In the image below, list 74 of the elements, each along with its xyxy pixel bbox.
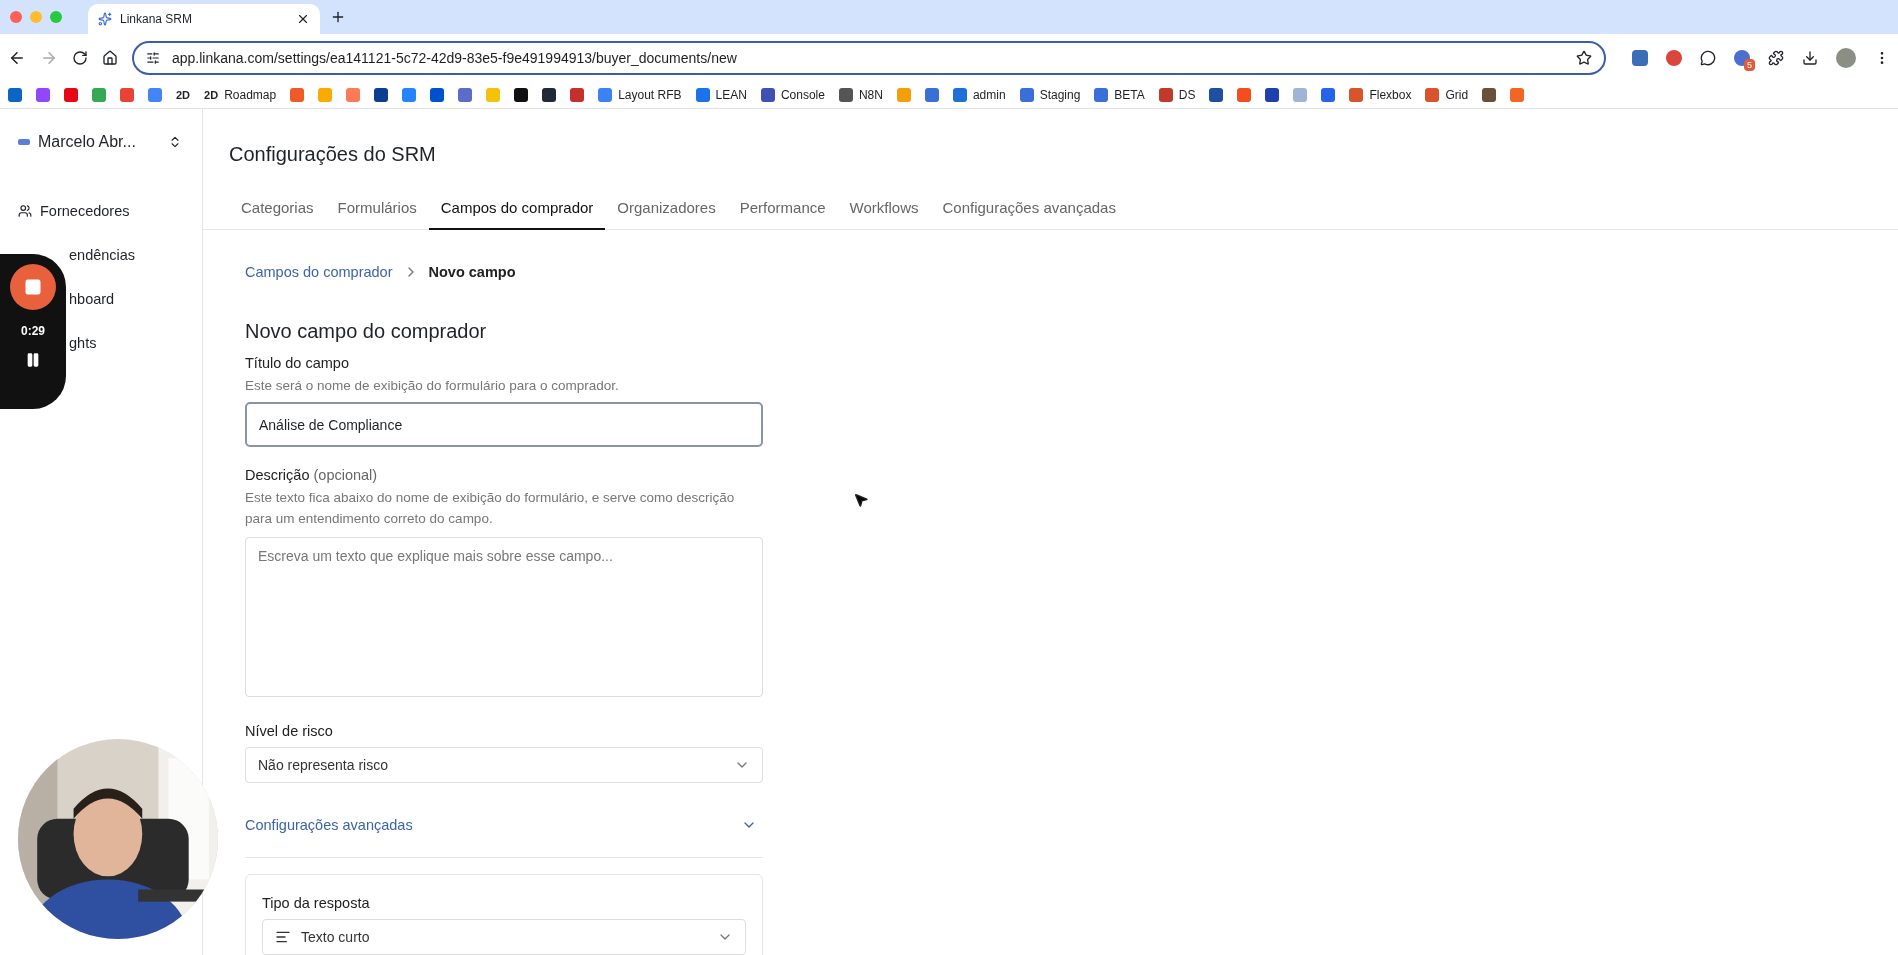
home-icon[interactable] — [102, 49, 118, 66]
breadcrumb-current: Novo campo — [428, 264, 516, 280]
bookmark-link[interactable]: Flexbox — [1369, 87, 1412, 102]
description-text-area[interactable]: Escreva um texto que explique mais sobre esse campo... — [245, 537, 763, 697]
bookmark-favicon-icon[interactable] — [1482, 87, 1497, 102]
field-hint: Este será o nome de exibição do formulário para o comprador. — [245, 377, 620, 395]
profile-avatar[interactable] — [1836, 47, 1856, 68]
settings-tab[interactable]: Campos do comprador — [428, 199, 606, 230]
sidebar-item[interactable]: endências — [69, 247, 136, 263]
settings-tab[interactable]: Performance — [727, 199, 838, 230]
account-name[interactable]: Marcelo Abr... — [38, 133, 160, 151]
bookmark-link[interactable]: admin — [972, 87, 1006, 102]
field-label: Tipo da resposta — [262, 895, 371, 911]
bookmark-link[interactable]: Console — [780, 87, 825, 102]
advanced-settings-toggle[interactable]: Configurações avançadas — [245, 817, 763, 833]
field-label: Título do campo — [245, 355, 350, 371]
extensions-icon[interactable] — [1768, 49, 1784, 66]
bookmark-link[interactable]: Layout RFB — [618, 87, 682, 102]
bookmark-favicon-icon[interactable] — [838, 87, 853, 102]
mouse-cursor-icon — [853, 492, 869, 508]
bookmark-favicon-icon[interactable] — [514, 87, 529, 102]
bookmark-link[interactable]: Grid — [1445, 87, 1469, 102]
response-type-dropdown[interactable]: Texto curto — [262, 919, 746, 955]
address-bar[interactable]: app.linkana.com/settings/ea141121-5c72-42d9-83e5-f9e491994913/buyer_documents/new — [132, 40, 1606, 75]
browser-tab[interactable]: Linkana SRM — [88, 4, 320, 34]
close-tab-icon[interactable] — [296, 12, 310, 26]
settings-tab[interactable]: Categorias — [229, 199, 326, 230]
bookmark-favicon-icon[interactable] — [374, 87, 389, 102]
download-icon[interactable] — [1802, 49, 1818, 66]
extension-icon[interactable] — [1666, 49, 1682, 66]
bookmark-favicon-icon[interactable] — [1265, 87, 1280, 102]
chat-extension-icon[interactable] — [1700, 49, 1716, 66]
text-lines-icon — [275, 929, 291, 945]
bookmark-link[interactable]: DS — [1178, 87, 1196, 102]
title-input-field[interactable]: Análise de Compliance — [245, 402, 763, 447]
settings-tab[interactable]: Organizadores — [605, 199, 728, 230]
bookmark-favicon-icon[interactable] — [760, 87, 775, 102]
sidebar-item[interactable]: hboard — [69, 291, 115, 307]
bookmark-link[interactable]: BETA — [1114, 87, 1145, 102]
extension-icon[interactable] — [1632, 49, 1648, 66]
extension-icon[interactable] — [1734, 49, 1750, 66]
suppliers-icon — [18, 204, 32, 218]
field-label: Nível de risco — [245, 723, 334, 739]
bookmark-link[interactable]: Roadmap — [224, 87, 277, 102]
settings-tab[interactable]: Configurações avançadas — [930, 199, 1128, 230]
reload-icon[interactable] — [72, 49, 88, 66]
sidebar-item[interactable]: Fornecedores — [40, 203, 130, 219]
pause-icon — [25, 352, 41, 368]
new-tab-icon[interactable] — [330, 9, 346, 25]
stop-icon — [24, 278, 42, 296]
bookmark-link[interactable]: N8N — [858, 87, 883, 102]
tab-favicon-icon — [98, 12, 112, 26]
bookmark-glyph[interactable]: 2D — [204, 88, 219, 101]
settings-tab[interactable]: Formulários — [325, 199, 429, 230]
recording-timer: 0:29 — [21, 324, 45, 338]
sidebar-item[interactable]: ghts — [69, 335, 97, 351]
extension-badge: 5 — [1744, 58, 1755, 71]
field-label: Descrição (opcional) — [245, 467, 379, 483]
bookmark-star-icon[interactable] — [1576, 49, 1592, 66]
stop-recording-button[interactable] — [10, 264, 56, 310]
page-title: Configurações do SRM — [229, 143, 437, 166]
bookmark-link[interactable]: Staging — [1039, 87, 1081, 102]
site-settings-icon[interactable] — [146, 50, 160, 65]
breadcrumb-link[interactable]: Campos do comprador — [245, 264, 393, 280]
field-hint: Este texto fica abaixo do nome de exibição do formulário, e serve como descrição para um entendimento correto do campo. — [245, 489, 735, 528]
bookmark-favicon-icon[interactable] — [542, 87, 557, 102]
pause-button[interactable] — [25, 352, 41, 368]
settings-tab[interactable]: Workflows — [837, 199, 931, 230]
form-heading: Novo campo do comprador — [245, 320, 488, 343]
risk-level-dropdown[interactable]: Não representa risco — [245, 747, 763, 783]
bookmark-favicon-icon[interactable] — [1209, 87, 1224, 102]
bookmark-favicon-icon[interactable] — [430, 87, 445, 102]
bookmark-glyph[interactable]: 2D — [176, 88, 191, 101]
bookmark-link[interactable]: LEAN — [715, 87, 747, 102]
